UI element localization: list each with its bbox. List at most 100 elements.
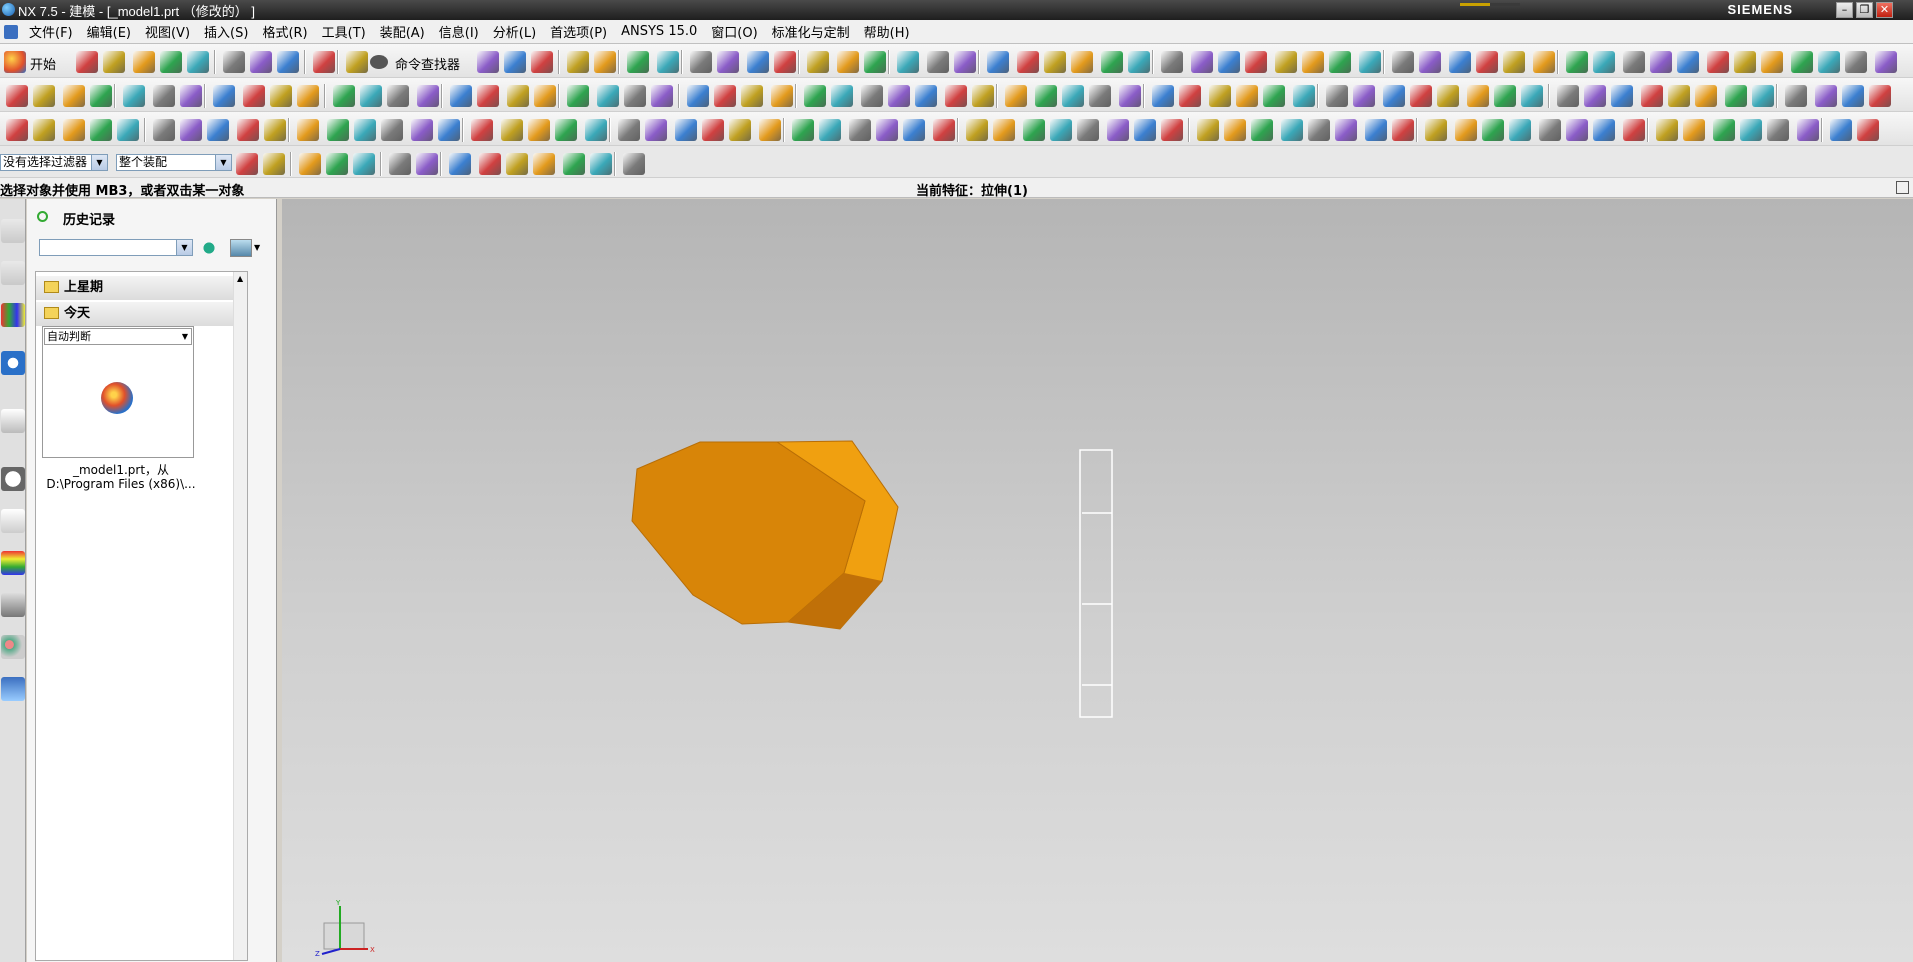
tool-button-icon[interactable] <box>1191 51 1213 73</box>
tool-button-icon[interactable] <box>1236 85 1258 107</box>
back-arrow-icon[interactable] <box>199 239 219 257</box>
group-today[interactable]: 今天 <box>36 302 247 326</box>
tool-button-icon[interactable] <box>1302 51 1324 73</box>
tool-button-icon[interactable] <box>1656 119 1678 141</box>
tool-button-icon[interactable] <box>597 85 619 107</box>
tool-button-icon[interactable] <box>1476 51 1498 73</box>
tool-button-icon[interactable] <box>90 85 112 107</box>
tool-button-icon[interactable] <box>1128 51 1150 73</box>
tool-button-icon[interactable] <box>804 85 826 107</box>
tool-button-icon[interactable] <box>1845 51 1867 73</box>
tool-button-icon[interactable] <box>1482 119 1504 141</box>
tool-button-icon[interactable] <box>507 85 529 107</box>
tool-button-icon[interactable] <box>1503 51 1525 73</box>
tool-button-icon[interactable] <box>360 85 382 107</box>
extruded-octagon-part[interactable] <box>631 440 899 630</box>
reuse-library-icon[interactable] <box>1 303 25 327</box>
tool-button-icon[interactable] <box>1641 85 1663 107</box>
tool-button-icon[interactable] <box>1326 85 1348 107</box>
view-style-icon[interactable] <box>230 239 252 257</box>
tool-button-icon[interactable] <box>1521 85 1543 107</box>
tool-button-icon[interactable] <box>479 153 501 175</box>
tool-button-icon[interactable] <box>1677 51 1699 73</box>
menu-analysis[interactable]: 分析(L) <box>486 22 543 41</box>
tool-button-icon[interactable] <box>861 85 883 107</box>
tool-button-icon[interactable] <box>1179 85 1201 107</box>
tool-button-icon[interactable] <box>6 119 28 141</box>
tool-button-icon[interactable] <box>714 85 736 107</box>
part-navigator-icon[interactable] <box>1 409 25 433</box>
tool-button-icon[interactable] <box>153 85 175 107</box>
tool-button-icon[interactable] <box>1797 119 1819 141</box>
menu-customize[interactable]: 标准化与定制 <box>765 22 857 41</box>
tool-button-icon[interactable] <box>1293 85 1315 107</box>
history-filter-dropdown[interactable]: ▼ <box>39 239 193 256</box>
tool-button-icon[interactable] <box>450 85 472 107</box>
scroll-up-icon[interactable]: ▲ <box>237 274 243 283</box>
tool-button-icon[interactable] <box>1329 51 1351 73</box>
web-browser-icon[interactable] <box>1 351 25 375</box>
tool-button-icon[interactable] <box>1275 51 1297 73</box>
tool-button-icon[interactable] <box>618 119 640 141</box>
tool-button-icon[interactable] <box>187 51 209 73</box>
tool-button-icon[interactable] <box>1593 119 1615 141</box>
tool-button-icon[interactable] <box>353 153 375 175</box>
tool-button-icon[interactable] <box>1197 119 1219 141</box>
tool-button-icon[interactable] <box>567 51 589 73</box>
menu-window[interactable]: 窗口(O) <box>704 22 764 41</box>
minimize-button[interactable]: – <box>1836 2 1853 18</box>
tool-button-icon[interactable] <box>876 119 898 141</box>
tool-button-icon[interactable] <box>792 119 814 141</box>
tool-button-icon[interactable] <box>1353 85 1375 107</box>
tool-button-icon[interactable] <box>1830 119 1852 141</box>
menu-information[interactable]: 信息(I) <box>432 22 486 41</box>
tool-button-icon[interactable] <box>1107 119 1129 141</box>
chevron-down-icon[interactable]: ▼ <box>254 243 260 252</box>
tool-button-icon[interactable] <box>1365 119 1387 141</box>
tool-button-icon[interactable] <box>1623 119 1645 141</box>
tool-button-icon[interactable] <box>1035 85 1057 107</box>
history-scrollbar[interactable]: ▲ <box>233 272 247 960</box>
tool-button-icon[interactable] <box>771 85 793 107</box>
menu-edit[interactable]: 编辑(E) <box>80 22 138 41</box>
tool-button-icon[interactable] <box>90 119 112 141</box>
tool-button-icon[interactable] <box>6 85 28 107</box>
thumbnail-mode-dropdown[interactable]: 自动判断 ▼ <box>44 328 192 345</box>
tool-button-icon[interactable] <box>1062 85 1084 107</box>
tool-button-icon[interactable] <box>263 153 285 175</box>
tool-button-icon[interactable] <box>326 153 348 175</box>
menu-preferences[interactable]: 首选项(P) <box>543 22 614 41</box>
tool-button-icon[interactable] <box>381 119 403 141</box>
tool-button-icon[interactable] <box>417 85 439 107</box>
tool-button-icon[interactable] <box>250 51 272 73</box>
roles-icon[interactable] <box>1 635 25 659</box>
tool-button-icon[interactable] <box>1134 119 1156 141</box>
tool-button-icon[interactable] <box>627 51 649 73</box>
tool-button-icon[interactable] <box>888 85 910 107</box>
tool-button-icon[interactable] <box>864 51 886 73</box>
tool-button-icon[interactable] <box>313 51 335 73</box>
tool-button-icon[interactable] <box>1752 85 1774 107</box>
tool-button-icon[interactable] <box>1623 51 1645 73</box>
start-icon[interactable] <box>4 51 26 73</box>
tool-button-icon[interactable] <box>954 51 976 73</box>
tool-button-icon[interactable] <box>528 119 550 141</box>
tool-button-icon[interactable] <box>585 119 607 141</box>
tool-button-icon[interactable] <box>387 85 409 107</box>
tool-button-icon[interactable] <box>236 153 258 175</box>
tool-button-icon[interactable] <box>1044 51 1066 73</box>
tool-button-icon[interactable] <box>1566 51 1588 73</box>
tool-button-icon[interactable] <box>1281 119 1303 141</box>
tool-button-icon[interactable] <box>933 119 955 141</box>
tool-button-icon[interactable] <box>123 85 145 107</box>
tool-button-icon[interactable] <box>717 51 739 73</box>
constraint-navigator-icon[interactable] <box>1 261 25 285</box>
graphics-window[interactable]: Y X Z <box>282 199 1913 962</box>
tool-button-icon[interactable] <box>987 51 1009 73</box>
tool-button-icon[interactable] <box>1089 85 1111 107</box>
tool-button-icon[interactable] <box>180 119 202 141</box>
tool-button-icon[interactable] <box>1761 51 1783 73</box>
tool-button-icon[interactable] <box>411 119 433 141</box>
tool-button-icon[interactable] <box>837 51 859 73</box>
tool-button-icon[interactable] <box>1734 51 1756 73</box>
